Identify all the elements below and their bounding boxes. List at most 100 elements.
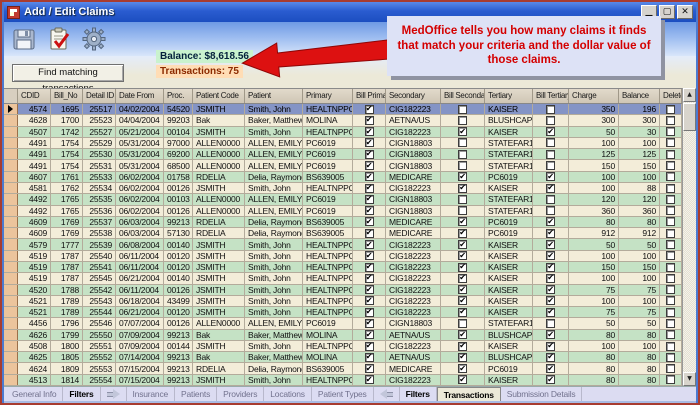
charge-cell[interactable]: 50 [569,127,619,137]
delete-checkbox[interactable] [666,195,675,204]
cdid-cell[interactable]: 4607 [18,172,51,182]
charge-cell[interactable]: 100 [569,183,619,193]
patient-code-cell[interactable]: ALLEN0000 [193,194,245,204]
secondary-cell[interactable]: MEDICARE [386,217,441,227]
balance-cell[interactable]: 300 [619,115,660,125]
bill-tertiary-checkbox[interactable] [546,116,555,125]
bill-tertiary-checkbox[interactable]: ✔ [546,217,555,226]
tertiary-cell[interactable]: STATEFAR1 [485,194,533,204]
bill-secondary-checkbox[interactable]: ✔ [458,308,467,317]
proc-cell[interactable]: 00126 [164,183,193,193]
bill-no-cell[interactable]: 1700 [51,115,83,125]
bill-secondary-checkbox[interactable]: ✔ [458,353,467,362]
table-row[interactable]: 462418092555307/15/200499213RDELIADelia,… [4,363,682,374]
bill-no-cell[interactable]: 1799 [51,330,83,340]
detail-id-cell[interactable]: 25517 [83,104,116,114]
table-row[interactable]: 451917872554006/11/200400120JSMITHSmith,… [4,251,682,262]
bill-no-cell[interactable]: 1754 [51,160,83,170]
tertiary-cell[interactable]: STATEFAR1 [485,149,533,159]
bill-primary-checkbox[interactable]: ✔ [365,353,374,362]
charge-cell[interactable]: 100 [569,296,619,306]
patient-code-cell[interactable]: JSMITH [193,251,245,261]
bill-secondary-checkbox[interactable]: ✔ [458,240,467,249]
date-from-cell[interactable]: 07/07/2004 [116,318,164,328]
proc-cell[interactable]: 00120 [164,307,193,317]
balance-cell[interactable]: 80 [619,375,660,385]
patient-cell[interactable]: ALLEN, EMILY [245,318,303,328]
patient-code-cell[interactable]: JSMITH [193,262,245,272]
bill-no-cell[interactable]: 1787 [51,251,83,261]
bill-no-cell[interactable]: 1742 [51,127,83,137]
bill-tertiary-checkbox[interactable]: ✔ [546,375,555,384]
balance-cell[interactable]: 150 [619,262,660,272]
charge-cell[interactable]: 75 [569,285,619,295]
patient-code-cell[interactable]: ALLEN0000 [193,160,245,170]
table-row[interactable]: 450717422552705/21/200400104JSMITHSmith,… [4,127,682,138]
tertiary-cell[interactable]: STATEFAR1 [485,206,533,216]
bill-primary-checkbox[interactable]: ✔ [365,285,374,294]
bill-primary-checkbox[interactable]: ✔ [365,263,374,272]
secondary-cell[interactable]: CIG182223 [386,375,441,385]
balance-cell[interactable]: 196 [619,104,660,114]
delete-checkbox[interactable] [666,217,675,226]
date-from-cell[interactable]: 06/21/2004 [116,273,164,283]
proc-cell[interactable]: 99213 [164,375,193,385]
tertiary-cell[interactable]: STATEFAR1 [485,160,533,170]
bill-tertiary-checkbox[interactable]: ✔ [546,342,555,351]
bill-tertiary-checkbox[interactable]: ✔ [546,330,555,339]
secondary-cell[interactable]: CIGN18803 [386,194,441,204]
cdid-cell[interactable]: 4519 [18,251,51,261]
date-from-cell[interactable]: 06/18/2004 [116,296,164,306]
secondary-cell[interactable]: CIG182223 [386,273,441,283]
bill-secondary-checkbox[interactable]: ✔ [458,285,467,294]
maximize-button[interactable]: ▢ [659,5,675,19]
row-selector[interactable] [4,104,18,114]
bill-secondary-checkbox[interactable]: ✔ [458,296,467,305]
bill-primary-checkbox[interactable]: ✔ [365,161,374,170]
primary-cell[interactable]: HEALTNPPO [303,127,353,137]
detail-id-cell[interactable]: 25544 [83,307,116,317]
date-from-cell[interactable]: 07/09/2004 [116,330,164,340]
save-button[interactable] [10,26,37,53]
bill-secondary-checkbox[interactable]: ✔ [458,172,467,181]
delete-checkbox[interactable] [666,105,675,114]
patient-code-cell[interactable]: Bak [193,115,245,125]
delete-checkbox[interactable] [666,308,675,317]
cdid-cell[interactable]: 4609 [18,228,51,238]
delete-checkbox[interactable] [666,240,675,249]
tab-patient-types[interactable]: Patient Types [312,387,374,401]
bill-no-cell[interactable]: 1777 [51,239,83,249]
detail-id-cell[interactable]: 25546 [83,318,116,328]
tertiary-cell[interactable]: KAISER [485,104,533,114]
date-from-cell[interactable]: 07/09/2004 [116,341,164,351]
bill-secondary-checkbox[interactable]: ✔ [458,330,467,339]
delete-checkbox[interactable] [666,229,675,238]
balance-cell[interactable]: 100 [619,138,660,148]
table-row[interactable]: 462518052555207/14/200499213BakBaker, Ma… [4,352,682,363]
date-from-cell[interactable]: 06/21/2004 [116,307,164,317]
detail-id-cell[interactable]: 25539 [83,239,116,249]
row-selector[interactable] [4,307,18,317]
secondary-cell[interactable]: AETNA/US [386,115,441,125]
charge-cell[interactable]: 150 [569,262,619,272]
primary-cell[interactable]: BS639005 [303,217,353,227]
proc-cell[interactable]: 00140 [164,273,193,283]
close-button[interactable]: ✕ [677,5,693,19]
bill-tertiary-checkbox[interactable]: ✔ [546,172,555,181]
proc-cell[interactable]: 00126 [164,206,193,216]
table-row[interactable]: 449117542553005/31/200469200ALLEN0000ALL… [4,149,682,160]
patient-code-cell[interactable]: ALLEN0000 [193,206,245,216]
bill-no-cell[interactable]: 1805 [51,352,83,362]
column-header-primary[interactable]: Primary [303,89,353,103]
patient-code-cell[interactable]: JSMITH [193,341,245,351]
primary-cell[interactable]: MOLINA [303,352,353,362]
date-from-cell[interactable]: 05/21/2004 [116,127,164,137]
balance-cell[interactable]: 360 [619,206,660,216]
row-selector[interactable] [4,239,18,249]
table-row[interactable]: 460717612553306/02/200401758RDELIADelia,… [4,172,682,183]
bill-no-cell[interactable]: 1788 [51,285,83,295]
bill-primary-checkbox[interactable]: ✔ [365,172,374,181]
detail-id-cell[interactable]: 25537 [83,217,116,227]
row-selector[interactable] [4,296,18,306]
secondary-cell[interactable]: AETNA/US [386,352,441,362]
